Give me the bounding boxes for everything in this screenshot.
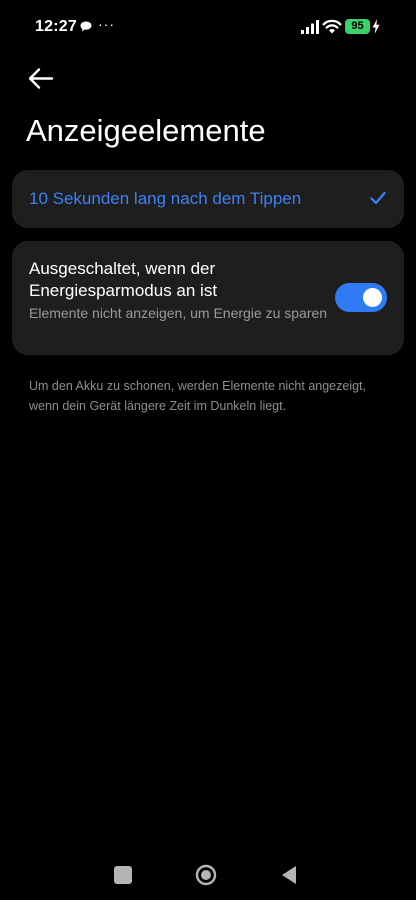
toggle-knob [363,288,382,307]
wifi-icon [322,19,342,34]
battery-footnote: Um den Akku zu schonen, werden Elemente … [29,379,367,413]
battery-icon: 95 [345,19,370,34]
arrow-left-icon [28,68,54,89]
more-notifications-indicator: ··· [98,16,115,32]
signal-bars-icon [301,20,319,34]
back-button[interactable] [22,62,62,96]
option-label: 10 Sekunden lang nach dem Tippen [29,189,302,208]
circle-home-icon[interactable] [195,864,217,886]
checkmark-icon [370,191,386,205]
chat-bubble-icon [80,21,92,32]
status-bar: 12:27 ··· 95 [0,0,416,56]
power-saving-title: Ausgeschaltet, wenn der Energiesparmodus… [29,259,218,300]
power-saving-setting[interactable]: Ausgeschaltet, wenn der Energiesparmodus… [12,241,404,355]
battery-level: 95 [351,20,364,32]
status-time: 12:27 [35,18,77,35]
triangle-back-icon[interactable] [281,865,297,885]
page-title: Anzeigeelemente [26,113,266,148]
option-10-seconds-after-tap[interactable]: 10 Sekunden lang nach dem Tippen [12,170,404,228]
power-saving-toggle[interactable] [335,283,387,312]
power-saving-subtitle: Elemente nicht anzeigen, um Energie zu s… [29,305,328,321]
lightning-bolt-icon [372,19,380,34]
square-icon[interactable] [114,866,132,884]
